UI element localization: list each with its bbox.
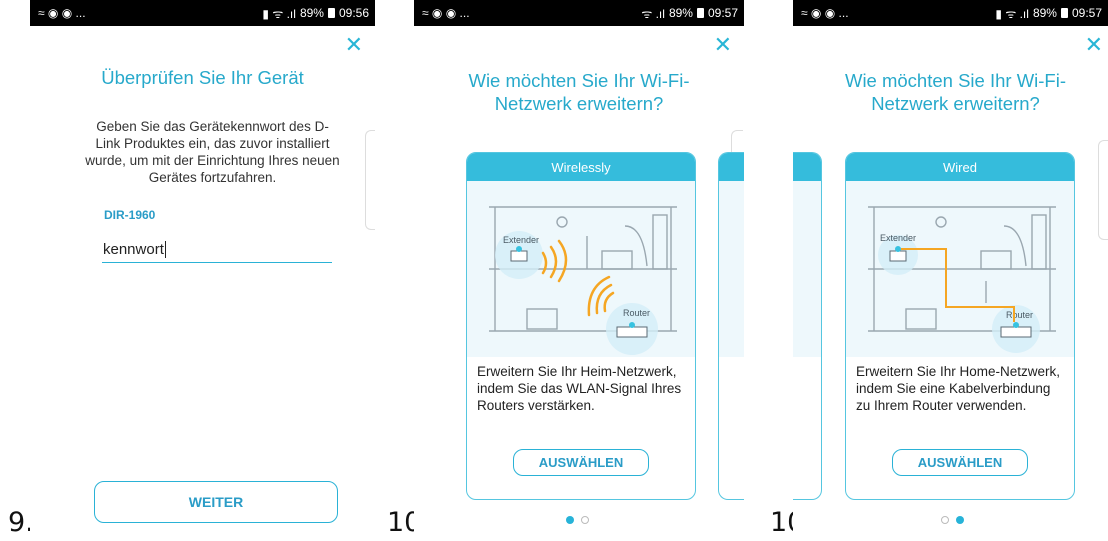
battery-percent: 89% [299,6,324,20]
page-indicator [566,516,589,524]
clock: 09:56 [338,6,369,20]
house-illustration: Extender Router [467,181,695,357]
status-bar: ≈ ◉ ◉ ... ▮ ᯤ .ıl 89% 09:57 [793,0,1108,26]
ethernet-cable-line [901,248,1015,322]
card-description: Erweitern Sie Ihr Heim-Netzwerk, indem S… [477,364,682,413]
status-notifications: ≈ ◉ ◉ ... [38,6,86,20]
page-title-line2: Netzwerk erweitern? [494,93,664,114]
background-card-edge [1098,140,1108,240]
status-bar: ≈ ◉ ◉ ... ᯤ .ıl 89% 09:57 [414,0,744,26]
page-indicator [941,516,964,524]
page-dot-1[interactable] [566,516,574,524]
battery-icon [696,8,704,18]
signal-icon: ▮ ᯤ .ıl [262,6,296,21]
next-card-peek[interactable] [718,152,744,500]
battery-percent: 89% [1032,6,1057,20]
instructions-text: Geben Sie das Gerätekennwort des D-Link … [85,119,340,185]
battery-icon [327,8,335,18]
router-label: Router [1006,310,1033,320]
select-button[interactable]: AUSWÄHLEN [892,449,1028,476]
option-card-wired[interactable]: Wired Extender Router Erweitern Sie Ihr … [845,152,1075,500]
status-right: ▮ ᯤ .ıl 89% 09:57 [995,5,1102,22]
status-right: ᯤ .ıl 89% 09:57 [641,5,738,22]
background-card-edge [365,130,375,230]
status-bar: ≈ ◉ ◉ ... ▮ ᯤ .ıl 89% 09:56 [30,0,375,26]
card-title: Wirelessly [467,153,695,181]
phone-screen-password: ≈ ◉ ◉ ... ▮ ᯤ .ıl 89% 09:56 ✕ Überprüfen… [30,0,375,541]
house-wired-svg: Extender Router [868,206,1056,353]
password-value: kennwort [103,240,164,258]
house-wireless-svg: Extender Router [489,206,677,355]
status-notifications: ≈ ◉ ◉ ... [801,6,849,20]
phone-screen-wired: ≈ ◉ ◉ ... ▮ ᯤ .ıl 89% 09:57 ✕ Wie möchte… [793,0,1108,541]
battery-icon [1060,8,1068,18]
card-title: Wired [846,153,1074,181]
extender-label: Extender [880,233,916,243]
phone-screen-wireless: ≈ ◉ ◉ ... ᯤ .ıl 89% 09:57 ✕ Wie möchten … [414,0,744,541]
clock: 09:57 [707,6,738,20]
page-dot-2[interactable] [581,516,589,524]
page-title-line2: Netzwerk erweitern? [871,93,1040,114]
page-title: Überprüfen Sie Ihr Gerät [101,67,304,88]
page-title-line1: Wie möchten Sie Ihr Wi-Fi- [844,70,1066,91]
router-label: Router [623,308,650,318]
page-title-line1: Wie möchten Sie Ihr Wi-Fi- [468,70,690,91]
option-card-wireless[interactable]: Wirelessly Extender Router Erweitern Sie… [466,152,696,500]
signal-icon: ▮ ᯤ .ıl [995,6,1029,21]
signal-icon: ᯤ .ıl [641,6,665,21]
continue-button[interactable]: WEITER [94,481,338,523]
extender-label: Extender [503,235,539,245]
status-notifications: ≈ ◉ ◉ ... [422,6,470,20]
close-icon[interactable]: ✕ [345,34,363,56]
status-right: ▮ ᯤ .ıl 89% 09:56 [262,5,369,22]
select-button[interactable]: AUSWÄHLEN [513,449,649,476]
house-illustration: Extender Router [846,181,1074,357]
battery-percent: 89% [668,6,693,20]
page-dot-1[interactable] [941,516,949,524]
close-icon[interactable]: ✕ [1085,34,1103,56]
close-icon[interactable]: ✕ [714,34,732,56]
device-name-label: DIR-1960 [104,208,156,222]
clock: 09:57 [1071,6,1102,20]
card-description: Erweitern Sie Ihr Home-Netzwerk, indem S… [856,364,1061,413]
password-input[interactable]: kennwort [102,236,332,263]
text-cursor [164,240,166,258]
page-dot-2[interactable] [956,516,964,524]
previous-card-peek[interactable] [793,152,822,500]
